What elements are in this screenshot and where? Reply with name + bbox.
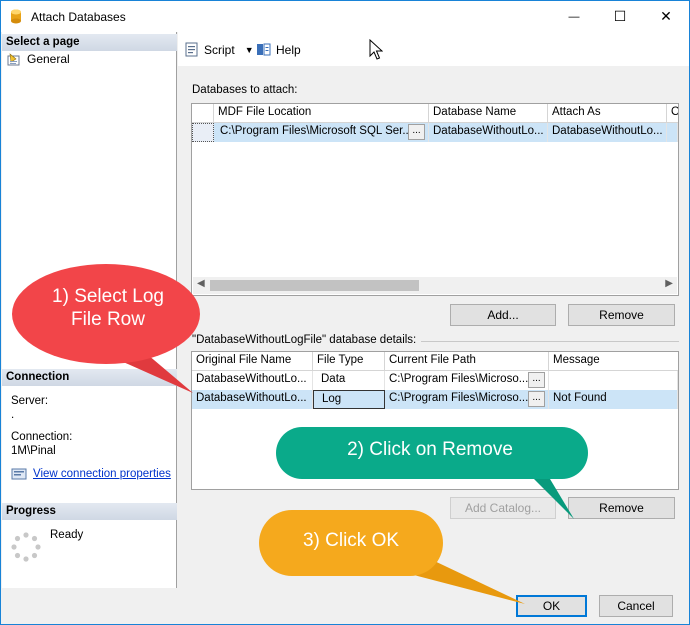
connection-properties-icon (11, 468, 27, 480)
column-owner[interactable]: O (667, 104, 678, 123)
database-name-cell[interactable]: DatabaseWithoutLo... (429, 123, 548, 142)
title-bar: Attach Databases — ☐ ✕ (1, 1, 689, 32)
callout-step3-text: 3) Click OK (302, 530, 400, 551)
message-cell[interactable]: Not Found (549, 390, 678, 409)
owner-cell[interactable] (667, 123, 678, 142)
script-button[interactable]: Script ▼ (184, 42, 254, 57)
help-button[interactable]: Help (256, 42, 301, 57)
databases-grid: MDF File Location Database Name Attach A… (191, 103, 679, 296)
script-icon (185, 42, 198, 57)
databases-to-attach-label: Databases to attach: (192, 84, 298, 96)
table-row[interactable]: C:\Program Files\Microsoft SQL Ser... ..… (192, 123, 678, 142)
file-details-header: Original File Name File Type Current Fil… (192, 352, 678, 371)
scroll-right-icon[interactable]: ▶ (665, 278, 673, 289)
message-cell[interactable] (549, 371, 678, 390)
page-item-label: General (27, 52, 70, 66)
general-page-icon (7, 52, 20, 65)
help-icon (257, 43, 271, 56)
cancel-button[interactable]: Cancel (599, 595, 673, 617)
chevron-down-icon[interactable]: ▼ (245, 45, 254, 55)
mdf-location-cell[interactable]: C:\Program Files\Microsoft SQL Ser... ..… (214, 123, 429, 142)
script-label: Script (204, 42, 235, 57)
column-message[interactable]: Message (549, 352, 678, 371)
callout-step1-text: 1) Select Log File Row (28, 285, 188, 331)
view-connection-properties-link[interactable]: View connection properties (11, 468, 171, 480)
progress-heading: Progress (2, 503, 177, 520)
browse-file-button[interactable]: ... (528, 391, 545, 407)
add-database-button[interactable]: Add... (450, 304, 556, 326)
current-file-path-text: C:\Program Files\Microso... (389, 392, 529, 404)
toolbar: Script ▼ Help (178, 32, 689, 66)
databases-grid-horizontal-scrollbar[interactable]: ◀ ▶ (193, 277, 677, 294)
current-file-path-text: C:\Program Files\Microso... (389, 373, 529, 385)
column-database-name[interactable]: Database Name (429, 104, 548, 123)
connection-value: 1M\Pinal (11, 445, 56, 457)
page-item-general[interactable]: General (7, 52, 70, 66)
mouse-cursor-icon (369, 39, 383, 60)
attach-as-cell[interactable]: DatabaseWithoutLo... (548, 123, 667, 142)
column-attach-as[interactable]: Attach As (548, 104, 667, 123)
file-type-cell[interactable]: Data (313, 371, 385, 390)
browse-mdf-button[interactable]: ... (408, 124, 425, 140)
callout-step2-text: 2) Click on Remove (347, 439, 513, 460)
database-app-icon (11, 9, 21, 24)
close-button[interactable]: ✕ (643, 1, 689, 32)
mdf-location-text: C:\Program Files\Microsoft SQL Ser... (220, 125, 412, 137)
progress-status: Ready (50, 529, 84, 541)
callout-click-ok (259, 510, 525, 604)
window-title: Attach Databases (31, 10, 126, 24)
callout-step1-line2: File Row (71, 309, 145, 330)
callout-select-log-row (12, 264, 200, 393)
current-file-path-cell[interactable]: C:\Program Files\Microso... ... (385, 371, 549, 390)
original-file-name-cell[interactable]: DatabaseWithoutLo... (192, 390, 313, 409)
details-divider (421, 341, 679, 342)
remove-database-button[interactable]: Remove (568, 304, 675, 326)
original-file-name-cell[interactable]: DatabaseWithoutLo... (192, 371, 313, 390)
column-current-file-path[interactable]: Current File Path (385, 352, 549, 371)
help-label: Help (276, 42, 301, 57)
maximize-button[interactable]: ☐ (597, 1, 643, 32)
progress-spinner-icon (11, 532, 41, 562)
current-file-path-cell[interactable]: C:\Program Files\Microso... ... (385, 390, 549, 409)
server-value: . (11, 409, 15, 421)
maximize-icon: ☐ (613, 8, 627, 24)
column-mdf-file-location[interactable]: MDF File Location (214, 104, 429, 123)
row-selector[interactable] (192, 123, 214, 142)
close-icon: ✕ (660, 8, 672, 24)
minimize-button[interactable]: — (551, 1, 597, 32)
browse-file-button[interactable]: ... (528, 372, 545, 388)
database-details-label: "DatabaseWithoutLogFile" database detail… (192, 334, 417, 346)
callout-step1-line1: 1) Select Log (52, 286, 164, 307)
column-file-type[interactable]: File Type (313, 352, 385, 371)
minimize-icon: — (568, 10, 580, 23)
view-connection-properties-text: View connection properties (33, 468, 171, 480)
header-spacer (192, 104, 214, 123)
scrollbar-thumb[interactable] (210, 280, 419, 291)
select-page-heading: Select a page (2, 34, 177, 51)
file-type-cell[interactable]: Log (313, 390, 385, 409)
databases-grid-header: MDF File Location Database Name Attach A… (192, 104, 678, 123)
connection-label: Connection: (11, 431, 73, 443)
table-row[interactable]: DatabaseWithoutLo... Data C:\Program Fil… (192, 371, 678, 390)
column-original-file-name[interactable]: Original File Name (192, 352, 313, 371)
table-row[interactable]: DatabaseWithoutLo... Log C:\Program File… (192, 390, 678, 409)
